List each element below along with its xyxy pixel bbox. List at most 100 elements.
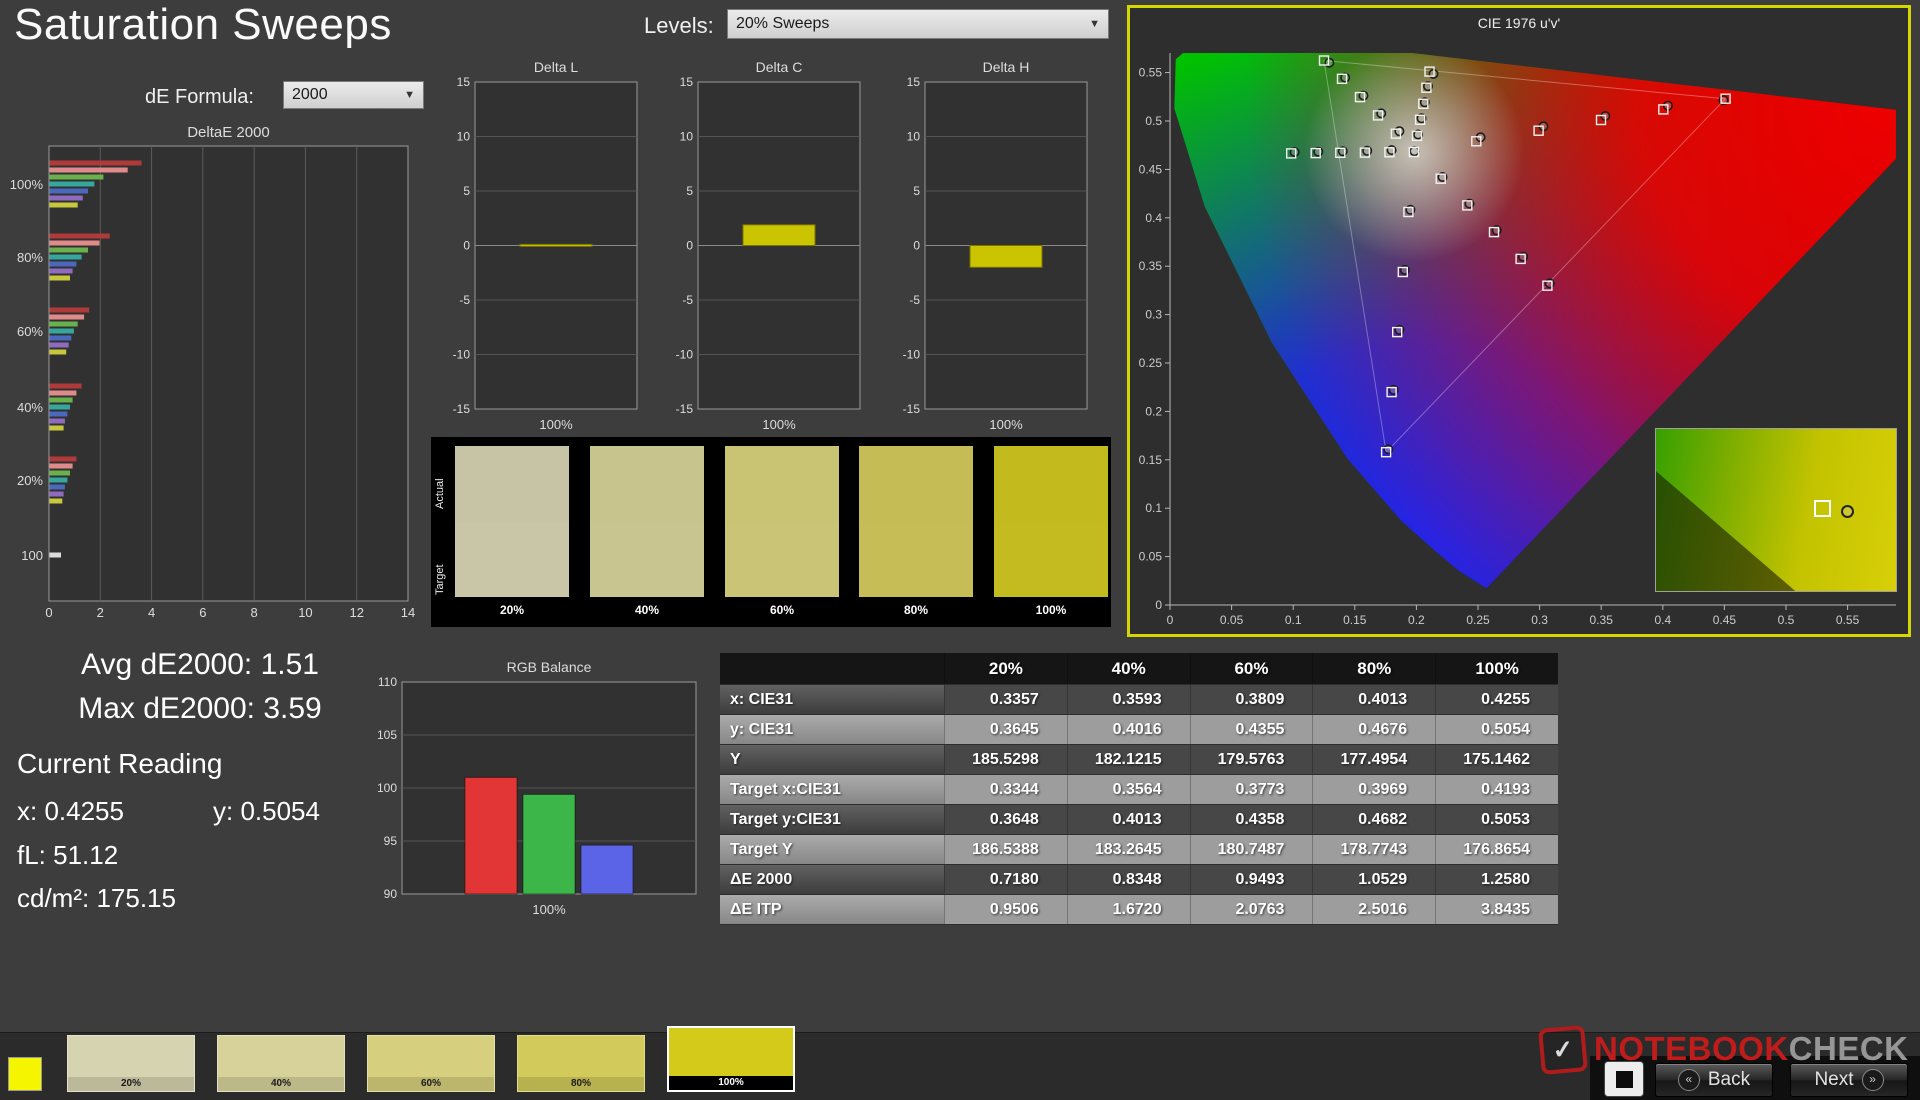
table-value: 177.4954: [1312, 745, 1436, 774]
svg-text:0.2: 0.2: [1145, 404, 1162, 418]
cie-title: CIE 1976 u'v': [1478, 15, 1560, 31]
target-swatch: [859, 521, 973, 597]
svg-text:10: 10: [907, 130, 921, 144]
deltae-bar: [49, 349, 67, 355]
table-row: Y 185.5298 182.1215 179.5763 177.4954 175.146…: [720, 745, 1558, 775]
table-value: 0.3645: [944, 715, 1067, 744]
table-value: 0.3969: [1312, 775, 1436, 804]
back-button[interactable]: « Back: [1655, 1063, 1773, 1097]
saturation-tile[interactable]: 100%: [667, 1026, 795, 1092]
deltae-bar: [49, 335, 72, 341]
actual-swatch: [859, 446, 973, 522]
deltae-bar: [49, 233, 110, 239]
svg-text:0.3: 0.3: [1145, 308, 1162, 322]
table-header-cell: 60%: [1189, 653, 1313, 684]
svg-text:0: 0: [686, 239, 693, 253]
gamut-edge-shade: [1656, 471, 1796, 591]
table-row-label: Target x:CIE31: [720, 775, 944, 804]
svg-text:0: 0: [45, 605, 52, 620]
svg-text:-5: -5: [682, 293, 693, 307]
svg-text:0.4: 0.4: [1145, 211, 1162, 225]
svg-text:40%: 40%: [17, 400, 43, 415]
svg-text:15: 15: [680, 75, 694, 89]
table-row-label: x: CIE31: [720, 685, 944, 714]
svg-text:0.2: 0.2: [1408, 613, 1425, 627]
actual-row-label: Actual: [434, 478, 446, 510]
deltae-bar: [49, 188, 88, 194]
deltae-bar: [49, 390, 77, 396]
saturation-tile[interactable]: 80%: [517, 1035, 645, 1092]
saturation-tile-label: 40%: [218, 1077, 344, 1091]
avg-de2000-reading: Avg dE2000: 1.51: [81, 648, 319, 681]
reading-cdm2: cd/m²: 175.15: [17, 883, 176, 913]
svg-text:-5: -5: [459, 293, 470, 307]
table-row-label: ΔE 2000: [720, 865, 944, 894]
deltae-bar: [49, 314, 85, 320]
svg-text:-15: -15: [453, 402, 471, 416]
table-header-cell: 40%: [1066, 653, 1190, 684]
saturation-tile[interactable]: 40%: [217, 1035, 345, 1092]
deltae-bar: [49, 254, 82, 260]
table-value: 0.5053: [1435, 805, 1558, 834]
chevron-down-icon: ▼: [1089, 18, 1100, 30]
table-value: 2.0763: [1189, 895, 1313, 924]
target-swatch: [455, 521, 569, 597]
deltae-bar: [49, 383, 82, 389]
next-button[interactable]: Next »: [1790, 1063, 1908, 1097]
deltae-bar: [49, 174, 104, 180]
svg-text:12: 12: [349, 605, 363, 620]
inset-target-point: [1814, 500, 1832, 518]
table-value: 182.1215: [1066, 745, 1190, 774]
deltae-bar: [49, 202, 78, 208]
table-row: Target y:CIE31 0.3648 0.4013 0.4358 0.4682 0.…: [720, 805, 1558, 835]
swatch-label: 100%: [1035, 603, 1067, 617]
table-value: 175.1462: [1435, 745, 1558, 774]
deltae-bar: [49, 307, 90, 313]
delta-bar: [969, 245, 1043, 268]
svg-text:0.35: 0.35: [1590, 613, 1614, 627]
svg-text:0.5: 0.5: [1778, 613, 1795, 627]
reading-y: y: 0.5054: [213, 796, 320, 826]
table-value: 0.4013: [1066, 805, 1190, 834]
table-value: 0.4013: [1312, 685, 1436, 714]
de-formula-dropdown[interactable]: 2000 ▼: [283, 81, 424, 109]
svg-text:-10: -10: [453, 348, 471, 362]
app-window: Saturation Sweeps Levels: 20% Sweeps ▼ d…: [0, 0, 1920, 1100]
table-value: 1.0529: [1312, 865, 1436, 894]
svg-text:-5: -5: [909, 293, 920, 307]
svg-text:4: 4: [148, 605, 155, 620]
svg-text:0: 0: [1155, 598, 1162, 612]
table-value: 186.5388: [944, 835, 1067, 864]
svg-text:0.15: 0.15: [1139, 453, 1163, 467]
saturation-tile[interactable]: 60%: [367, 1035, 495, 1092]
svg-text:0.1: 0.1: [1285, 613, 1302, 627]
deltae-bar: [49, 463, 73, 469]
svg-text:0.45: 0.45: [1139, 162, 1163, 176]
svg-text:5: 5: [686, 184, 693, 198]
table-row: x: CIE31 0.3357 0.3593 0.3809 0.4013 0.4255: [720, 685, 1558, 715]
inset-measured-point: [1840, 505, 1854, 519]
svg-text:95: 95: [384, 834, 398, 848]
deltae-bar: [49, 167, 128, 173]
svg-text:10: 10: [680, 130, 694, 144]
table-row: Target Y 186.5388 183.2645 180.7487 178.7743…: [720, 835, 1558, 865]
swatch-pair: [994, 446, 1108, 597]
table-header-cell: [720, 653, 944, 684]
rgb-bar-red: [464, 776, 518, 895]
table-value: 179.5763: [1189, 745, 1313, 774]
saturation-tile[interactable]: 20%: [67, 1035, 195, 1092]
deltae-bar: [49, 397, 73, 403]
svg-text:6: 6: [199, 605, 206, 620]
deltae-bar: [49, 342, 69, 348]
deltae-bar: [49, 195, 83, 201]
svg-text:0.3: 0.3: [1531, 613, 1548, 627]
levels-dropdown[interactable]: 20% Sweeps ▼: [727, 9, 1109, 39]
svg-text:10: 10: [298, 605, 312, 620]
deltae-bar: [49, 261, 77, 267]
levels-label: Levels:: [644, 13, 714, 38]
table-row: y: CIE31 0.3645 0.4016 0.4355 0.4676 0.5054: [720, 715, 1558, 745]
svg-text:0.05: 0.05: [1220, 613, 1244, 627]
back-button-label: Back: [1707, 1069, 1751, 1090]
table-row-label: Y: [720, 745, 944, 774]
window-toggle-button[interactable]: [1604, 1061, 1644, 1097]
